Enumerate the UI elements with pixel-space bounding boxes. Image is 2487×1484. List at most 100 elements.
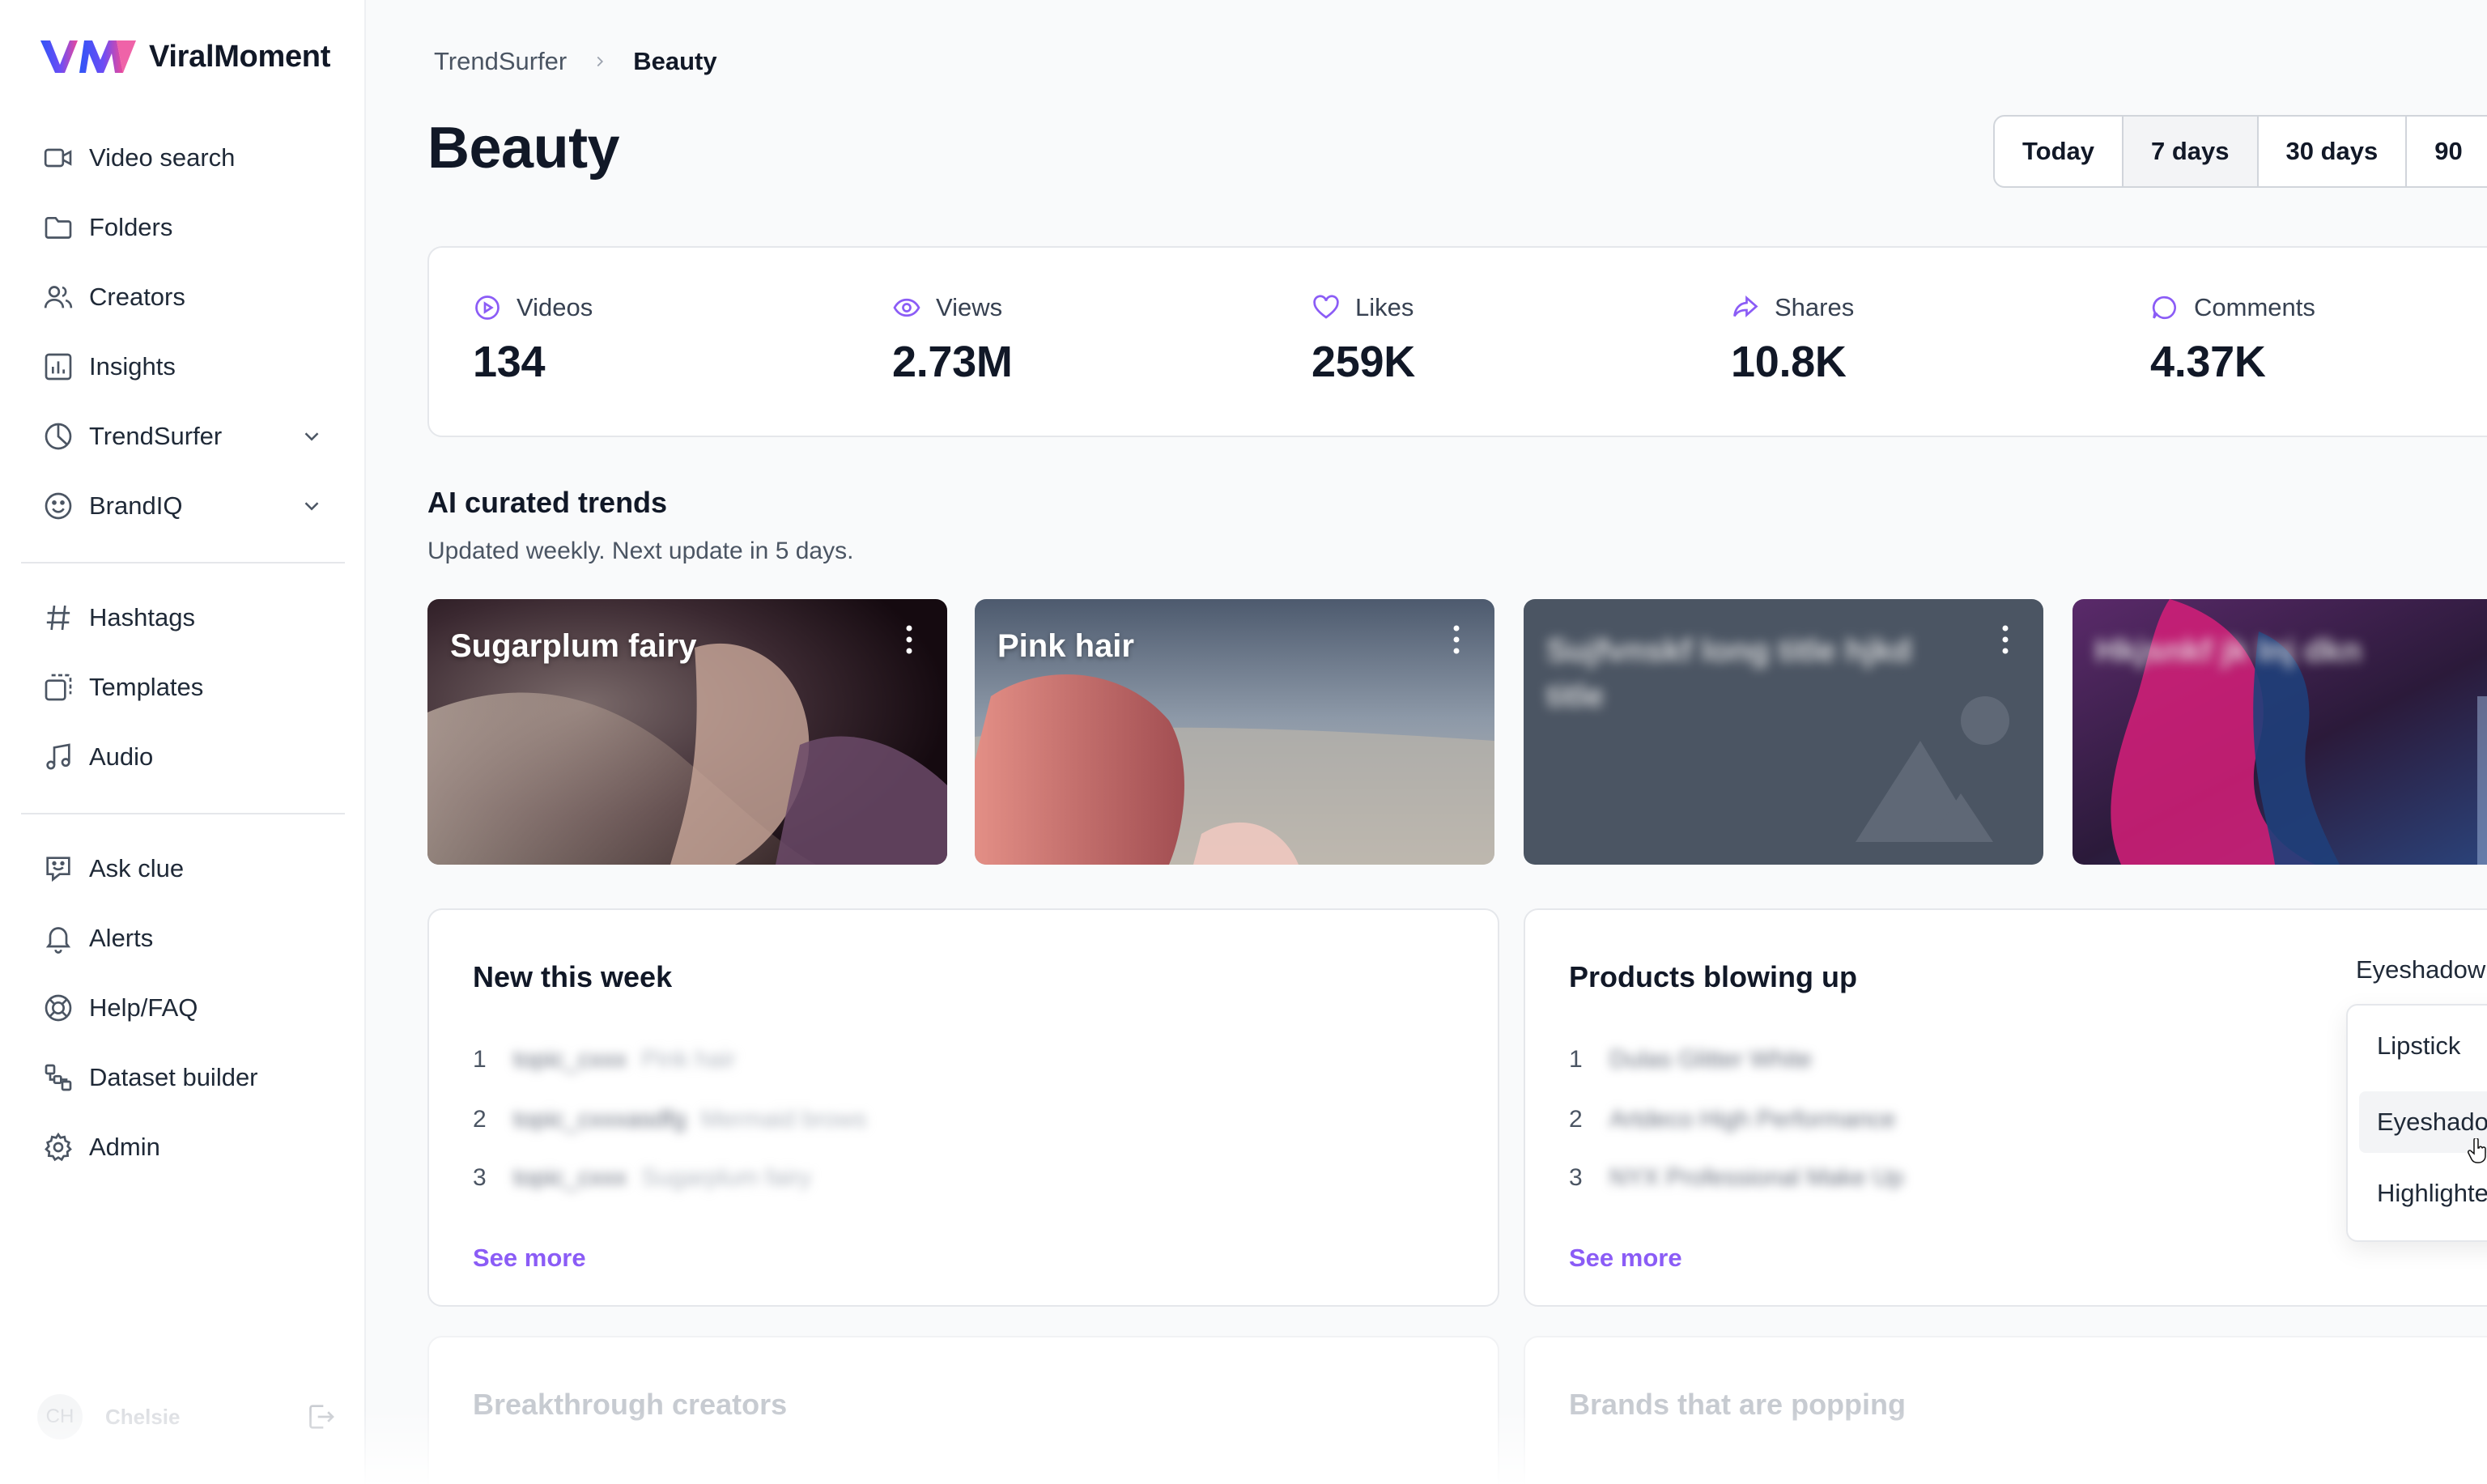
- products-panel: Products blowing up 1 Dulas Glitter Whit…: [1524, 908, 2487, 1307]
- list-item[interactable]: 3 NYX Professional Make Up: [1569, 1164, 1904, 1192]
- app-logo[interactable]: ViralMoment: [39, 36, 330, 78]
- more-options-icon[interactable]: [903, 623, 915, 656]
- sidebar-item-ask-clue[interactable]: Ask clue: [21, 834, 345, 904]
- sidebar-item-trendsurfer[interactable]: TrendSurfer: [21, 402, 345, 471]
- product-name: Artdeco High Performance: [1609, 1106, 1896, 1133]
- trend-card[interactable]: Sujfvnskf long title hjkd title: [1524, 599, 2043, 865]
- sidebar-item-brandiq[interactable]: BrandIQ: [21, 471, 345, 541]
- trend-card-title: Pink hair: [997, 628, 1134, 664]
- trend-card[interactable]: Hkjsnkf jk lnj dkn: [2072, 599, 2487, 865]
- range-30-days-button[interactable]: 30 days: [2259, 117, 2408, 186]
- brands-popping-panel: Brands that are popping: [1524, 1336, 2487, 1484]
- sidebar-item-dataset-builder[interactable]: Dataset builder: [21, 1043, 345, 1112]
- breadcrumb-parent-link[interactable]: TrendSurfer: [434, 47, 567, 76]
- list-item[interactable]: 2 Artdeco High Performance: [1569, 1106, 1896, 1133]
- list-item[interactable]: 2 topic_cxxxasdfg Mermaid brows: [473, 1106, 867, 1133]
- sidebar-item-alerts[interactable]: Alerts: [21, 904, 345, 973]
- user-profile[interactable]: CH Chelsie: [37, 1394, 337, 1439]
- range-90-days-button[interactable]: 90: [2407, 117, 2487, 186]
- topic-tag: topic_cxxx: [513, 1046, 627, 1073]
- sidebar-item-hashtags[interactable]: Hashtags: [21, 583, 345, 653]
- sidebar-item-label: Admin: [89, 1133, 160, 1161]
- stat-value: 4.37K: [2150, 338, 2266, 386]
- sidebar-item-label: Hashtags: [89, 603, 195, 631]
- sidebar-item-help-faq[interactable]: Help/FAQ: [21, 973, 345, 1043]
- dropdown-option-highlighter[interactable]: Highlighter: [2377, 1179, 2487, 1208]
- topic-description: Pink hair: [641, 1046, 736, 1073]
- range-today-button[interactable]: Today: [1995, 117, 2124, 186]
- sidebar-item-label: Insights: [89, 352, 176, 381]
- more-options-icon[interactable]: [1451, 623, 1462, 656]
- chevron-down-icon[interactable]: [300, 494, 324, 518]
- trends-title: AI curated trends: [427, 486, 668, 519]
- list-item[interactable]: 1 topic_cxxx Pink hair: [473, 1046, 736, 1074]
- bell-icon: [42, 922, 74, 955]
- category-select[interactable]: Eyeshadow: [2356, 955, 2485, 984]
- lifebuoy-icon: [42, 992, 74, 1024]
- sidebar-item-templates[interactable]: Templates: [21, 653, 345, 722]
- rank-number: 3: [1569, 1164, 1583, 1191]
- list-item[interactable]: 1 Dulas Glitter White: [1569, 1046, 1812, 1074]
- sidebar-item-label: Folders: [89, 213, 173, 241]
- see-more-link[interactable]: See more: [473, 1244, 586, 1273]
- cursor-hand-icon: [2468, 1138, 2486, 1163]
- users-icon: [42, 281, 74, 313]
- folder-icon: [42, 211, 74, 244]
- app-name: ViralMoment: [149, 39, 331, 74]
- rank-number: 3: [473, 1164, 487, 1191]
- topic-description: Mermaid brows: [700, 1106, 867, 1133]
- sidebar-nav-content: Hashtags Templates Audio: [21, 583, 345, 792]
- stat-comments: Comments 4.37K: [2150, 293, 2315, 387]
- sidebar-item-audio[interactable]: Audio: [21, 722, 345, 792]
- avatar: CH: [37, 1394, 83, 1439]
- sidebar-item-label: Templates: [89, 673, 204, 701]
- sidebar-item-label: TrendSurfer: [89, 422, 223, 450]
- trend-card-title: Hkjsnkf jk lnj dkn: [2095, 633, 2362, 669]
- panel-title: Breakthrough creators: [473, 1388, 788, 1421]
- topic-tag: topic_cxxxasdfg: [513, 1106, 687, 1133]
- heart-icon: [1313, 295, 1339, 319]
- sidebar-item-admin[interactable]: Admin: [21, 1112, 345, 1182]
- sidebar-item-label: Video search: [89, 143, 236, 172]
- sidebar-item-label: BrandIQ: [89, 491, 183, 520]
- see-more-link[interactable]: See more: [1569, 1244, 1682, 1273]
- rank-number: 1: [1569, 1046, 1583, 1073]
- dropdown-option-lipstick[interactable]: Lipstick: [2377, 1031, 2460, 1061]
- page-title: Beauty: [427, 116, 620, 181]
- chat-icon: [42, 853, 74, 885]
- play-circle-icon: [475, 296, 500, 320]
- trend-card-title: Sugarplum fairy: [450, 628, 697, 664]
- sidebar-item-video-search[interactable]: Video search: [21, 123, 345, 193]
- range-7-days-button[interactable]: 7 days: [2124, 117, 2259, 186]
- video-icon: [42, 142, 74, 174]
- sidebar-item-folders[interactable]: Folders: [21, 193, 345, 262]
- sidebar-item-label: Dataset builder: [89, 1063, 258, 1091]
- more-options-icon[interactable]: [2000, 623, 2011, 656]
- music-icon: [42, 741, 74, 773]
- pie-chart-icon: [42, 420, 74, 453]
- stat-videos: Videos 134: [473, 293, 593, 387]
- stats-card: Videos 134 Views 2.73M Likes 259K Shares…: [427, 246, 2487, 437]
- stat-likes: Likes 259K: [1312, 293, 1415, 387]
- templates-icon: [42, 671, 74, 704]
- dataset-icon: [42, 1061, 74, 1094]
- sidebar-divider: [21, 562, 345, 563]
- logout-icon[interactable]: [304, 1401, 337, 1433]
- stat-label: Views: [936, 293, 1003, 321]
- smile-icon: [42, 490, 74, 522]
- breakthrough-creators-panel: Breakthrough creators: [427, 1336, 1499, 1484]
- sidebar-divider: [21, 813, 345, 814]
- chevron-right-icon: [597, 56, 604, 67]
- rank-number: 2: [1569, 1106, 1583, 1133]
- topic-tag: topic_cxxx: [513, 1164, 627, 1191]
- sidebar-item-creators[interactable]: Creators: [21, 262, 345, 332]
- sidebar-item-insights[interactable]: Insights: [21, 332, 345, 402]
- list-item[interactable]: 3 topic_cxxx Sugarplum fairy: [473, 1164, 811, 1192]
- chevron-down-icon[interactable]: [300, 424, 324, 449]
- bar-chart-icon: [42, 351, 74, 383]
- topic-description: Sugarplum fairy: [641, 1164, 812, 1191]
- trend-card[interactable]: Sugarplum fairy: [427, 599, 947, 865]
- viralmoment-logo-icon: [40, 40, 136, 73]
- trend-card[interactable]: Pink hair: [975, 599, 1494, 865]
- panel-title: New this week: [473, 960, 673, 993]
